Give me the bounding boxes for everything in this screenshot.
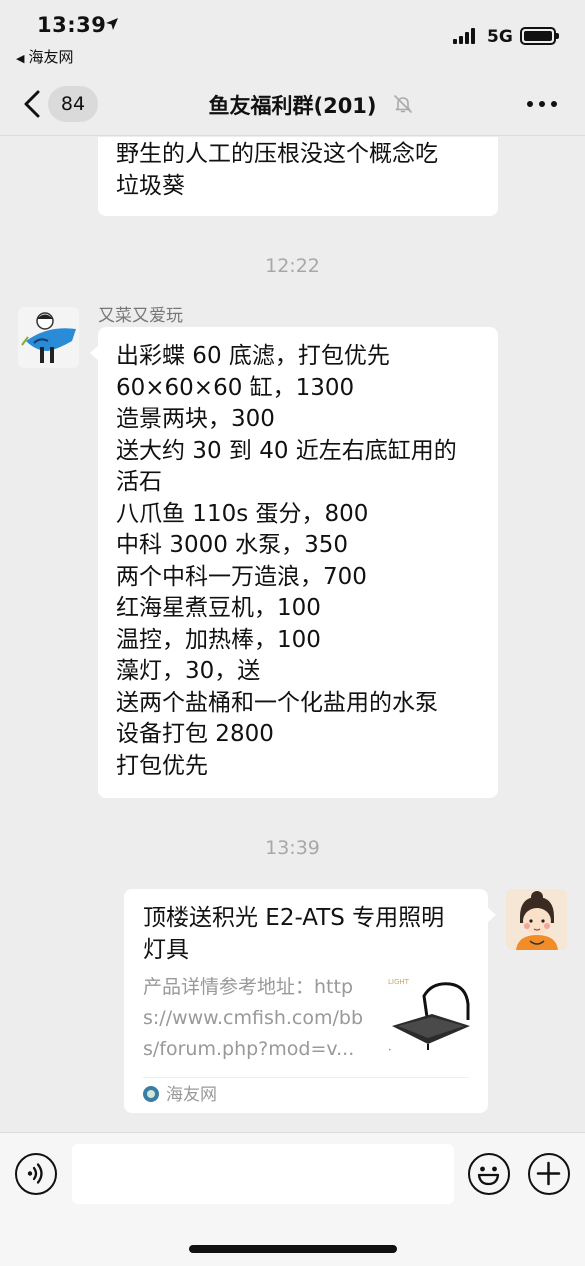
message-line: 送两个盐桶和一个化盐用的水泵 [116,689,438,716]
message-line: 垃圾葵 [116,172,185,199]
battery-icon [520,27,559,45]
more-dots-icon[interactable] [527,100,557,108]
bell-slash-icon [394,95,412,113]
message-line: 出彩蝶 60 底滤，打包优先 [116,343,390,369]
message-line: 送大约 30 到 40 近左右底缸用的 [116,437,457,464]
link-card-source: 海友网 [143,1083,217,1107]
message-line: 设备打包 2800 [116,721,274,747]
my-avatar[interactable] [506,889,567,950]
voice-input-button[interactable] [15,1153,57,1195]
svg-text:•: • [388,1047,392,1054]
back-app-label: 海友网 [28,48,74,66]
link-card-divider [143,1077,469,1078]
link-card-thumbnail: LIGHT • [388,974,472,1058]
status-time: 13:39 [37,13,107,37]
chat-nav-bar: 84 鱼友福利群(201) [0,72,585,136]
voice-icon [27,1163,43,1184]
avatar-image [506,889,567,950]
message-line: 两个中科一万造浪，700 [116,563,367,590]
thumb-label: LIGHT [388,978,410,986]
link-card-description: 产品详情参考地址：https://www.cmfish.com/bbs/foru… [143,976,364,1060]
network-type: 5G [487,27,513,47]
link-card-message[interactable]: 顶楼送积光 E2-ATS 专用照明灯具 产品详情参考地址：https://www… [124,889,496,1113]
message-line: 打包优先 [116,752,208,779]
message-line: 藻灯，30，送 [116,658,261,684]
message-bubble[interactable]: 出彩蝶 60 底滤，打包优先 60×60×60 缸，1300 造景两块，300 … [90,327,498,798]
message-timestamp: 13:39 [265,837,320,859]
message-line: 八爪鱼 110s 蛋分，800 [116,500,369,527]
back-triangle-icon: ◀ [16,52,25,65]
chat-input-bar [0,1132,585,1266]
message-line: 60×60×60 缸，1300 [116,374,355,401]
source-app-icon [143,1086,159,1102]
message-timestamp: 12:22 [265,255,320,277]
message-line: 红海星煮豆机，100 [116,595,321,621]
chat-message-list[interactable]: 野生的人工的压根没这个概念吃 垃圾葵 12:22 又菜又爱玩 出彩蝶 60 底滤… [0,137,585,1132]
sender-name: 又菜又爱玩 [98,306,183,326]
emoji-button[interactable] [468,1153,510,1195]
message-line: 活石 [116,469,162,495]
home-indicator[interactable] [189,1245,397,1253]
plus-icon [536,1161,561,1186]
avatar-image [18,307,79,368]
sender-avatar[interactable] [18,307,79,368]
more-actions-button[interactable] [528,1153,570,1195]
message-line: 野生的人工的压根没这个概念吃 [116,141,438,167]
cellular-signal-icon [453,28,479,44]
link-card-source-label: 海友网 [166,1085,217,1105]
message-text-input[interactable] [72,1144,454,1204]
emoji-icon [477,1166,500,1186]
link-card-title: 顶楼送积光 E2-ATS 专用照明灯具 [143,905,445,963]
back-to-app-link[interactable]: ◀ 海友网 [16,46,73,67]
message-line: 中科 3000 水泵，350 [116,532,349,558]
message-line: 温控，加热棒，100 [116,626,321,653]
status-bar: 13:39 ◀ 海友网 5G [0,0,585,72]
message-bubble-partial[interactable]: 野生的人工的压根没这个概念吃 垃圾葵 [98,137,498,216]
chat-title[interactable]: 鱼友福利群(201) [0,90,585,120]
location-arrow-icon [106,18,118,30]
message-line: 造景两块，300 [116,406,275,432]
